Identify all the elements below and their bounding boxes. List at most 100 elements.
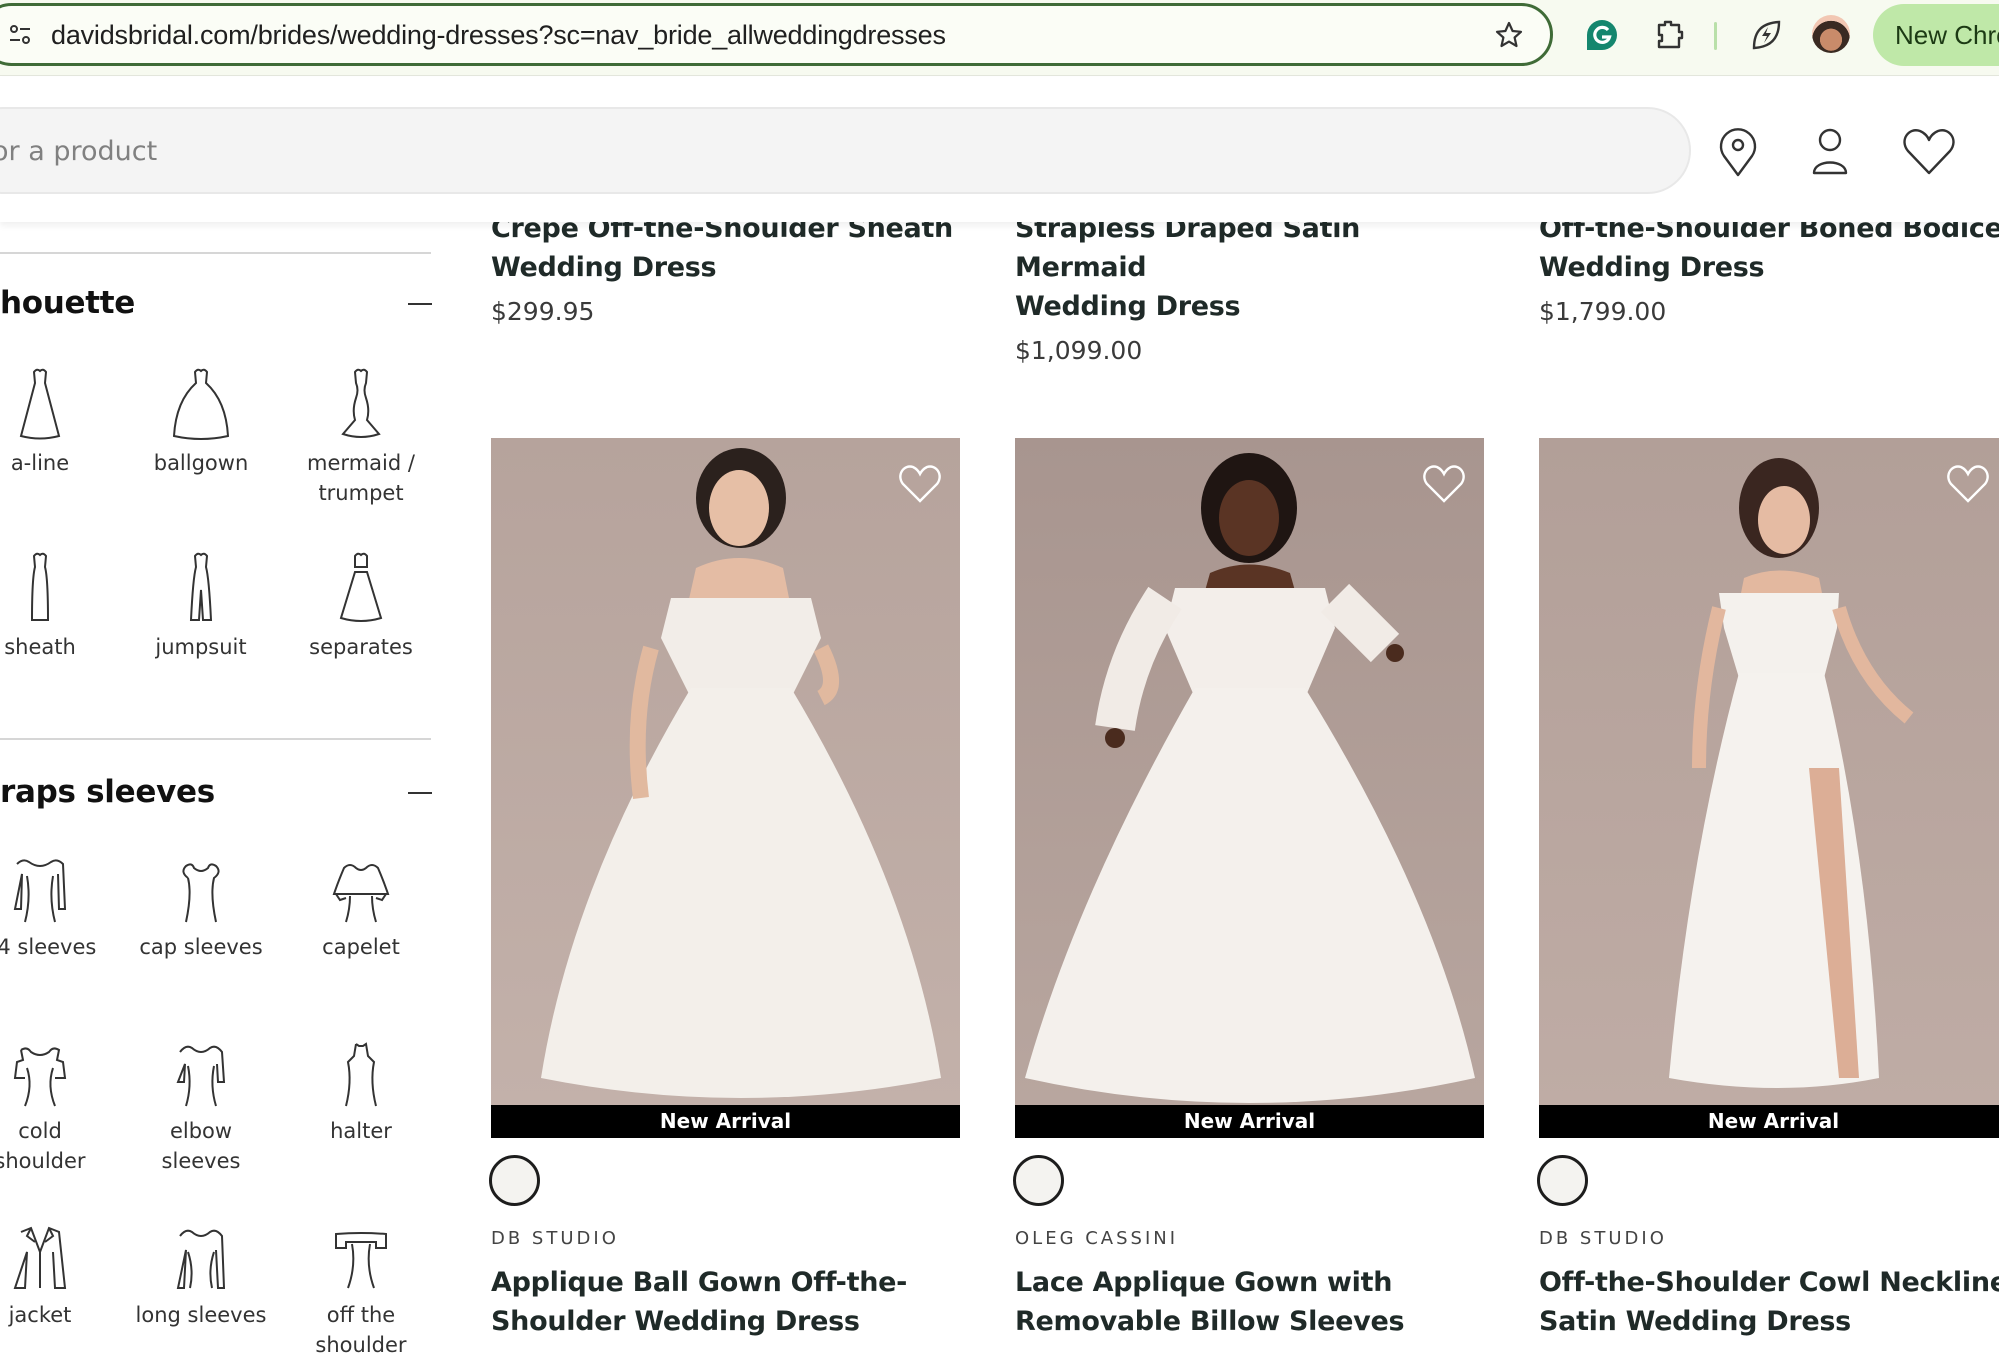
- new-arrival-badge: New Arrival: [1539, 1105, 1999, 1138]
- wishlist-heart-icon[interactable]: [1422, 464, 1466, 504]
- sheath-dress-icon: [30, 552, 50, 621]
- product-card-top-2[interactable]: Strapless Draped Satin Mermaid Wedding Dr…: [1015, 209, 1484, 365]
- wishlist-heart-icon[interactable]: [1946, 464, 1990, 504]
- separates-icon: [339, 552, 383, 622]
- off-the-shoulder-icon: [335, 1232, 387, 1289]
- new-arrival-badge: New Arrival: [1015, 1105, 1484, 1138]
- color-swatch-ivory[interactable]: [1537, 1155, 1588, 1206]
- browser-toolbar: davidsbridal.com/brides/wedding-dresses?…: [0, 0, 1999, 76]
- straps-sleeves-heading[interactable]: raps sleeves: [0, 774, 215, 810]
- option-label: a-line: [10, 451, 70, 475]
- filter-option-jacket[interactable]: jacket: [0, 1222, 120, 1330]
- straps-sleeves-collapse-icon[interactable]: [408, 792, 432, 794]
- option-label: mermaid / trumpet: [307, 451, 415, 505]
- wishlist-heart-icon[interactable]: [1901, 125, 1957, 179]
- product-name[interactable]: Off-the-Shoulder Cowl Neckline Satin Wedd…: [1539, 1263, 1999, 1341]
- product-price: $1,099.00: [1015, 336, 1143, 365]
- product-title[interactable]: Strapless Draped Satin Mermaid Wedding Dr…: [1015, 209, 1484, 326]
- option-label: / 4 sleeves: [0, 935, 97, 959]
- section-divider: [0, 738, 431, 740]
- elbow-sleeves-icon: [176, 1045, 226, 1107]
- extensions-puzzle-icon[interactable]: [1652, 18, 1686, 52]
- toolbar-separator: [1714, 22, 1717, 50]
- silhouette-collapse-icon[interactable]: [408, 303, 432, 305]
- filter-option-three-quarter-sleeves[interactable]: / 4 sleeves: [0, 854, 120, 962]
- bride-ballgown-photo: [491, 438, 960, 1105]
- cold-shoulder-icon: [13, 1047, 67, 1107]
- section-divider: [0, 252, 431, 254]
- halter-icon: [345, 1042, 377, 1107]
- option-label: sheath: [4, 635, 76, 659]
- filter-option-cold-shoulder[interactable]: cold shoulder: [0, 1038, 120, 1176]
- option-label: jumpsuit: [155, 635, 247, 659]
- three-quarter-sleeves-icon: [13, 859, 67, 923]
- product-name[interactable]: Lace Applique Gown with Removable Billow …: [1015, 1263, 1484, 1341]
- new-chrome-label: New Chrome: [1895, 20, 1999, 50]
- site-header: [0, 77, 1999, 222]
- filter-option-halter[interactable]: halter: [281, 1038, 441, 1146]
- product-card-top-1[interactable]: Crepe Off-the-Shoulder Sheath Wedding Dre…: [491, 209, 960, 326]
- bookmark-star-icon[interactable]: [1494, 20, 1524, 50]
- search-input[interactable]: [0, 129, 1592, 173]
- option-label: off the shoulder: [315, 1303, 407, 1357]
- color-swatch-ivory[interactable]: [1013, 1155, 1064, 1206]
- new-chrome-button[interactable]: New Chrome: [1873, 4, 1999, 66]
- url-text[interactable]: davidsbridal.com/brides/wedding-dresses?…: [51, 20, 946, 51]
- product-card[interactable]: New Arrival OLEG CASSINI Lace Applique G…: [1013, 438, 1484, 1341]
- product-image[interactable]: [1015, 438, 1484, 1105]
- cap-sleeves-icon: [182, 863, 220, 923]
- long-sleeves-icon: [176, 1229, 226, 1289]
- filter-option-off-the-shoulder[interactable]: off the shoulder: [281, 1222, 441, 1360]
- option-label: ballgown: [153, 451, 249, 475]
- product-image[interactable]: [1539, 438, 1999, 1105]
- filter-option-capelet[interactable]: capelet: [281, 854, 441, 962]
- filter-option-a-line[interactable]: a-line: [0, 366, 120, 478]
- product-card[interactable]: New Arrival DB STUDIO Applique Ball Gown…: [489, 438, 960, 1341]
- option-label: separates: [309, 635, 413, 659]
- address-bar[interactable]: davidsbridal.com/brides/wedding-dresses?…: [0, 3, 1553, 66]
- option-label: halter: [330, 1119, 392, 1143]
- bride-lace-gown-photo: [1015, 438, 1484, 1105]
- option-label: long sleeves: [135, 1303, 267, 1327]
- profile-avatar[interactable]: [1812, 15, 1850, 53]
- ballgown-dress-icon: [172, 368, 230, 440]
- a-line-dress-icon: [19, 368, 61, 440]
- jacket-icon: [13, 1226, 67, 1289]
- filter-option-long-sleeves[interactable]: long sleeves: [121, 1222, 281, 1330]
- mermaid-dress-icon: [341, 368, 381, 438]
- new-arrival-badge: New Arrival: [491, 1105, 960, 1138]
- silhouette-heading[interactable]: houette: [0, 285, 135, 321]
- option-label: cap sleeves: [139, 935, 263, 959]
- product-brand: OLEG CASSINI: [1015, 1228, 1179, 1249]
- filter-option-cap-sleeves[interactable]: cap sleeves: [121, 854, 281, 962]
- product-card[interactable]: New Arrival DB STUDIO Off-the-Shoulder C…: [1537, 438, 1999, 1341]
- bride-satin-gown-photo: [1539, 438, 1999, 1105]
- product-price: $299.95: [491, 297, 595, 326]
- color-swatch-ivory[interactable]: [489, 1155, 540, 1206]
- account-icon[interactable]: [1804, 125, 1856, 179]
- filter-option-elbow-sleeves[interactable]: elbow sleeves: [121, 1038, 281, 1176]
- product-name[interactable]: Applique Ball Gown Off-the- Shoulder Wedd…: [491, 1263, 960, 1341]
- store-locator-icon[interactable]: [1712, 125, 1764, 179]
- option-label: cold shoulder: [0, 1119, 86, 1173]
- option-label: capelet: [322, 935, 400, 959]
- filter-option-mermaid-trumpet[interactable]: mermaid / trumpet: [281, 366, 441, 508]
- capelet-icon: [332, 864, 390, 923]
- product-brand: DB STUDIO: [1539, 1228, 1667, 1249]
- filter-sidebar: houette a-line ballgown mermaid / trumpet…: [0, 222, 441, 1357]
- product-card-top-3[interactable]: Off-the-Shoulder Boned Bodice Wedding Dre…: [1539, 209, 1999, 326]
- filter-option-sheath[interactable]: sheath: [0, 550, 120, 662]
- product-image[interactable]: [491, 438, 960, 1105]
- filter-option-separates[interactable]: separates: [281, 550, 441, 662]
- option-label: jacket: [8, 1303, 72, 1327]
- product-price: $1,799.00: [1539, 297, 1667, 326]
- wishlist-heart-icon[interactable]: [898, 464, 942, 504]
- site-settings-icon[interactable]: [9, 24, 31, 46]
- filter-option-ballgown[interactable]: ballgown: [121, 366, 281, 478]
- leaf-bolt-icon[interactable]: [1749, 18, 1783, 52]
- grammarly-icon[interactable]: [1585, 18, 1619, 52]
- jumpsuit-icon: [189, 552, 213, 621]
- filter-option-jumpsuit[interactable]: jumpsuit: [121, 550, 281, 662]
- product-brand: DB STUDIO: [491, 1228, 619, 1249]
- search-bar[interactable]: [0, 107, 1691, 194]
